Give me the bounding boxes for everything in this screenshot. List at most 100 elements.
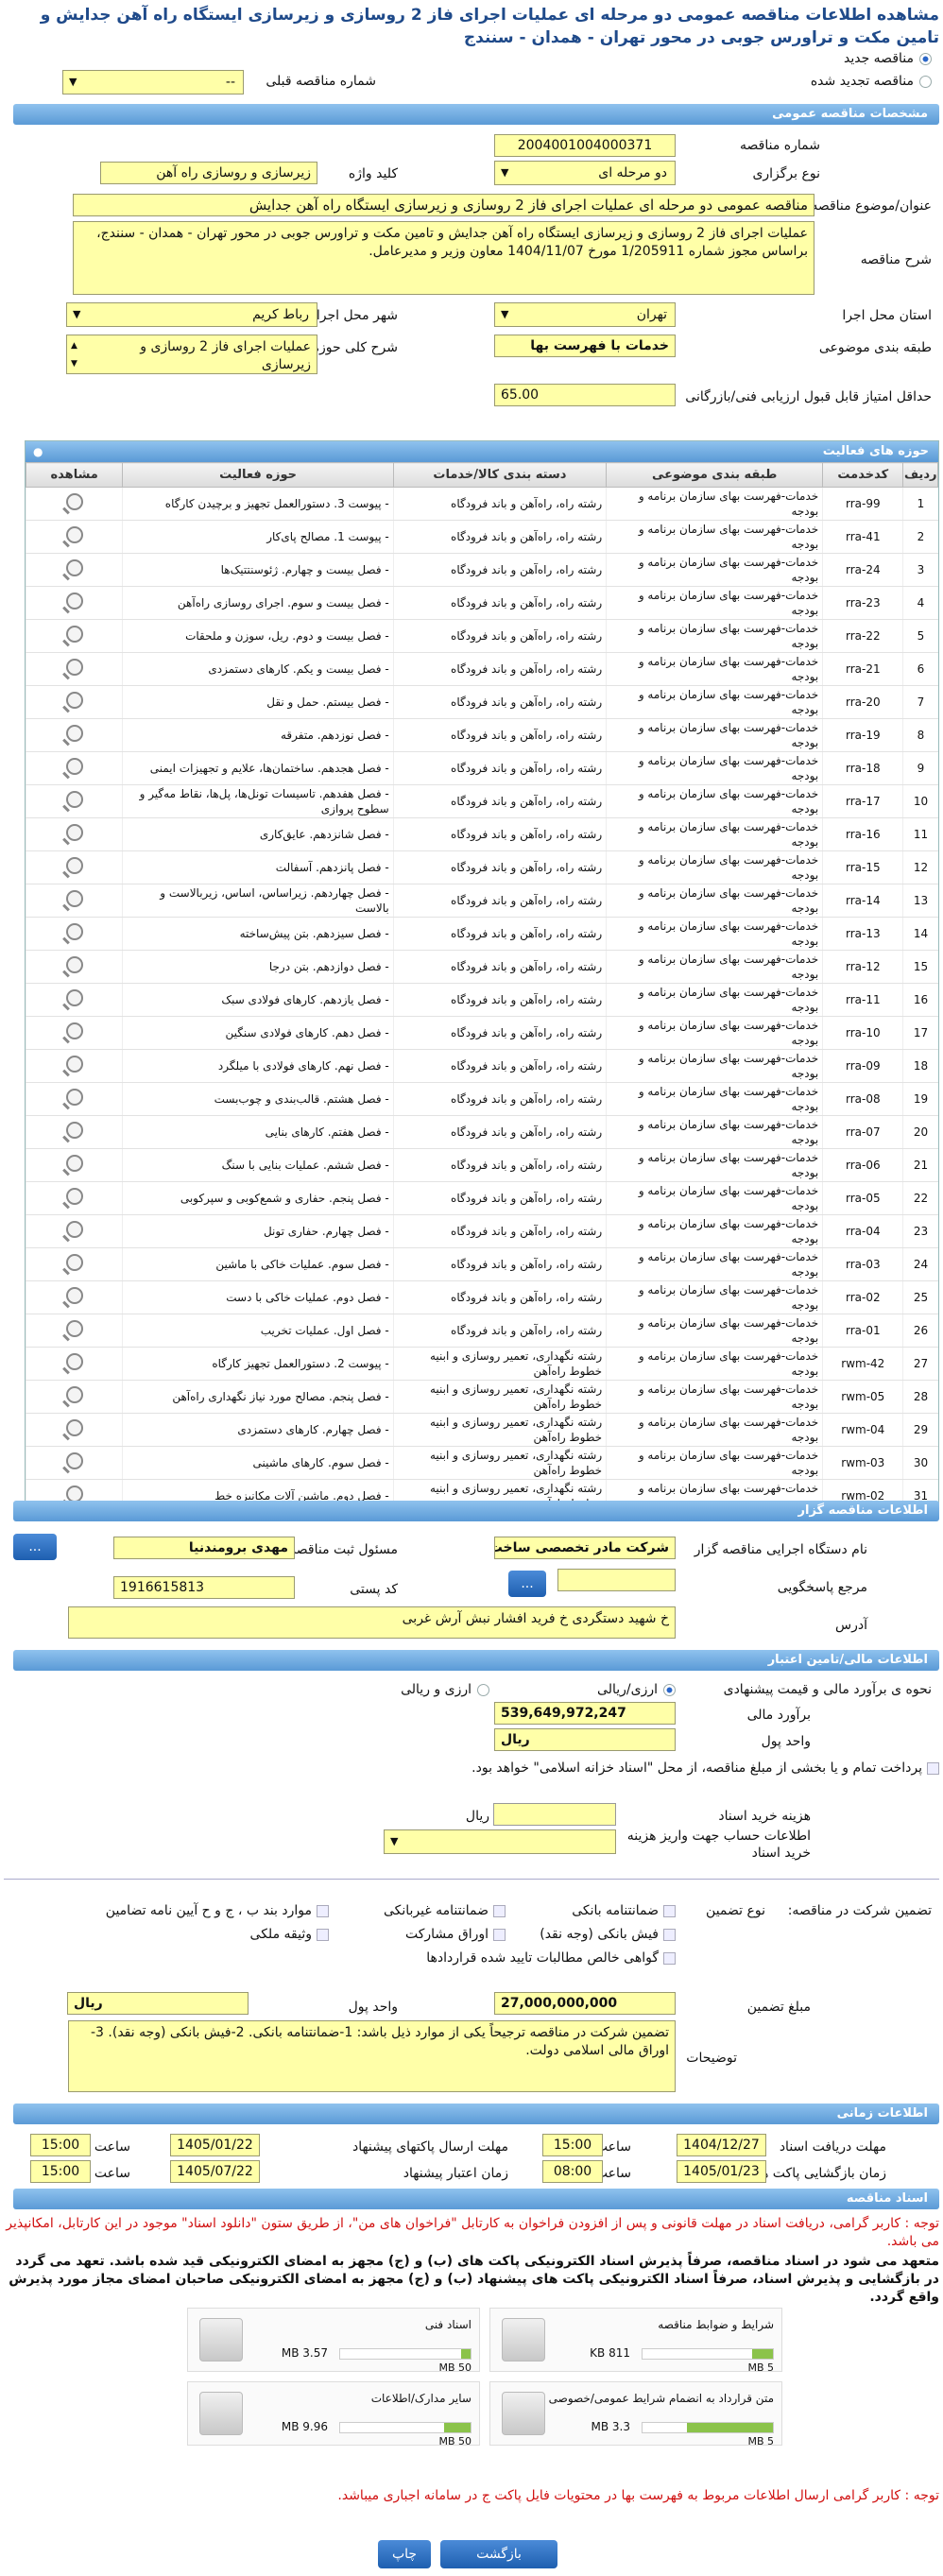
- magnifier-icon[interactable]: [65, 824, 83, 841]
- view-cell[interactable]: [25, 553, 123, 587]
- magnifier-icon[interactable]: [65, 989, 83, 1006]
- magnifier-icon[interactable]: [65, 1022, 83, 1039]
- view-cell[interactable]: [25, 586, 123, 620]
- magnifier-icon[interactable]: [65, 1122, 83, 1139]
- magnifier-icon[interactable]: [65, 1089, 83, 1106]
- magnifier-icon[interactable]: [65, 1254, 83, 1271]
- renewed-tender-radio[interactable]: مناقصه تجدید شده: [811, 72, 932, 91]
- fx-radio[interactable]: ارزی و ریالی: [401, 1680, 489, 1699]
- table-row: 4 rra-23 خدمات-فهرست بهای سازمان برنامه و …: [25, 586, 938, 620]
- city-select[interactable]: رباط کریم ▼: [66, 302, 317, 327]
- activity-cell: - پیوست 1. مصالح پای‌کار: [122, 520, 394, 554]
- view-cell[interactable]: [25, 1380, 123, 1414]
- magnifier-icon[interactable]: [65, 1320, 83, 1337]
- view-cell[interactable]: [25, 718, 123, 752]
- row-number-cell: 25: [902, 1280, 938, 1314]
- validity-time: 15:00: [30, 2160, 91, 2183]
- treasury-payment-checkbox[interactable]: پرداخت تمام و یا بخشی از مبلغ مناقصه، از…: [4, 1760, 939, 1777]
- view-cell[interactable]: [25, 784, 123, 818]
- magnifier-icon[interactable]: [65, 626, 83, 643]
- view-cell[interactable]: [25, 619, 123, 653]
- magnifier-icon[interactable]: [65, 1419, 83, 1436]
- table-row: 6 rra-21 خدمات-فهرست بهای سازمان برنامه و …: [25, 652, 938, 686]
- view-cell[interactable]: [25, 850, 123, 884]
- guarantee-opt-4: فیش بانکی (وجه نقد): [540, 1925, 676, 1944]
- view-cell[interactable]: [25, 487, 123, 521]
- province-select[interactable]: تهران ▼: [494, 302, 676, 327]
- service-code-cell: rra-15: [822, 850, 903, 884]
- magnifier-icon[interactable]: [65, 1056, 83, 1073]
- magnifier-icon[interactable]: [65, 559, 83, 576]
- file-box-conditions[interactable]: شرایط و ضوابط مناقصه 811 KB 5 MB: [489, 2308, 782, 2374]
- magnifier-icon[interactable]: [65, 526, 83, 543]
- magnifier-icon[interactable]: [65, 692, 83, 709]
- magnifier-icon[interactable]: [65, 659, 83, 676]
- reference-lookup-button[interactable]: ...: [508, 1571, 546, 1597]
- file-box-other[interactable]: سایر مدارک/اطلاعات 9.96 MB 50 MB: [187, 2381, 480, 2447]
- magnifier-icon[interactable]: [65, 1452, 83, 1469]
- view-cell[interactable]: [25, 520, 123, 554]
- service-code-cell: rra-13: [822, 917, 903, 951]
- currency-field: ریال: [494, 1728, 676, 1751]
- view-cell[interactable]: [25, 1446, 123, 1480]
- magnifier-icon[interactable]: [65, 857, 83, 874]
- prev-number-select[interactable]: -- ▼: [62, 70, 244, 94]
- magnifier-icon[interactable]: [65, 923, 83, 940]
- folder-icon: [199, 2392, 243, 2435]
- magnifier-icon[interactable]: [65, 758, 83, 775]
- view-cell[interactable]: [25, 983, 123, 1017]
- currency-label: واحد پول: [761, 1734, 811, 1749]
- magnifier-icon[interactable]: [65, 493, 83, 510]
- subject-field: مناقصه عمومی دو مرحله ای عملیات اجرای فا…: [73, 194, 814, 216]
- doc-cost-field[interactable]: [493, 1803, 616, 1826]
- magnifier-icon[interactable]: [65, 592, 83, 610]
- magnifier-icon[interactable]: [65, 1221, 83, 1238]
- view-cell[interactable]: [25, 1280, 123, 1314]
- view-cell[interactable]: [25, 1247, 123, 1281]
- goods-group-cell: رشته راه، راه‌آهن و باند فرودگاه: [392, 553, 607, 587]
- view-cell[interactable]: [25, 1314, 123, 1348]
- activity-grid-header: حوزه های فعالیت ●: [26, 441, 938, 462]
- row-number-cell: 16: [902, 983, 938, 1017]
- account-select[interactable]: ▼: [384, 1829, 616, 1854]
- view-cell[interactable]: [25, 652, 123, 686]
- magnifier-icon[interactable]: [65, 890, 83, 907]
- view-cell[interactable]: [25, 917, 123, 951]
- responsible-lookup-button[interactable]: ...: [13, 1534, 57, 1560]
- view-cell[interactable]: [25, 1214, 123, 1248]
- magnifier-icon[interactable]: [65, 1353, 83, 1370]
- view-cell[interactable]: [25, 950, 123, 984]
- file-box-contract[interactable]: متن قرارداد به انضمام شرایط عمومی/خصوصی 3…: [489, 2381, 782, 2447]
- view-cell[interactable]: [25, 1115, 123, 1149]
- view-cell[interactable]: [25, 1016, 123, 1050]
- min-score-field: 65.00: [494, 384, 676, 406]
- view-cell[interactable]: [25, 685, 123, 719]
- type-select[interactable]: دو مرحله ای ▼: [494, 161, 676, 185]
- scope-field[interactable]: عملیات اجرای فاز 2 روسازی و زیرسازی ▲ ▼: [66, 335, 317, 374]
- rial-radio[interactable]: ارزی/ریالی: [597, 1680, 676, 1699]
- service-code-cell: rra-19: [822, 718, 903, 752]
- new-tender-radio[interactable]: مناقصه جدید: [844, 49, 932, 68]
- magnifier-icon[interactable]: [65, 1386, 83, 1403]
- view-cell[interactable]: [25, 817, 123, 851]
- magnifier-icon[interactable]: [65, 1155, 83, 1172]
- view-cell[interactable]: [25, 1181, 123, 1215]
- print-button[interactable]: چاپ: [378, 2540, 431, 2568]
- back-button[interactable]: بازگشت: [440, 2540, 557, 2568]
- magnifier-icon[interactable]: [65, 791, 83, 808]
- view-cell[interactable]: [25, 1148, 123, 1182]
- magnifier-icon[interactable]: [65, 956, 83, 973]
- magnifier-icon[interactable]: [65, 1287, 83, 1304]
- view-cell[interactable]: [25, 1347, 123, 1381]
- service-code-cell: rra-24: [822, 553, 903, 587]
- reference-field[interactable]: [557, 1569, 676, 1591]
- collapse-icon[interactable]: ●: [33, 441, 43, 462]
- view-cell[interactable]: [25, 1049, 123, 1083]
- view-cell[interactable]: [25, 1082, 123, 1116]
- view-cell[interactable]: [25, 884, 123, 918]
- view-cell[interactable]: [25, 1413, 123, 1447]
- file-box-technical[interactable]: اسناد فنی 3.57 MB 50 MB: [187, 2308, 480, 2374]
- magnifier-icon[interactable]: [65, 1188, 83, 1205]
- magnifier-icon[interactable]: [65, 725, 83, 742]
- view-cell[interactable]: [25, 751, 123, 785]
